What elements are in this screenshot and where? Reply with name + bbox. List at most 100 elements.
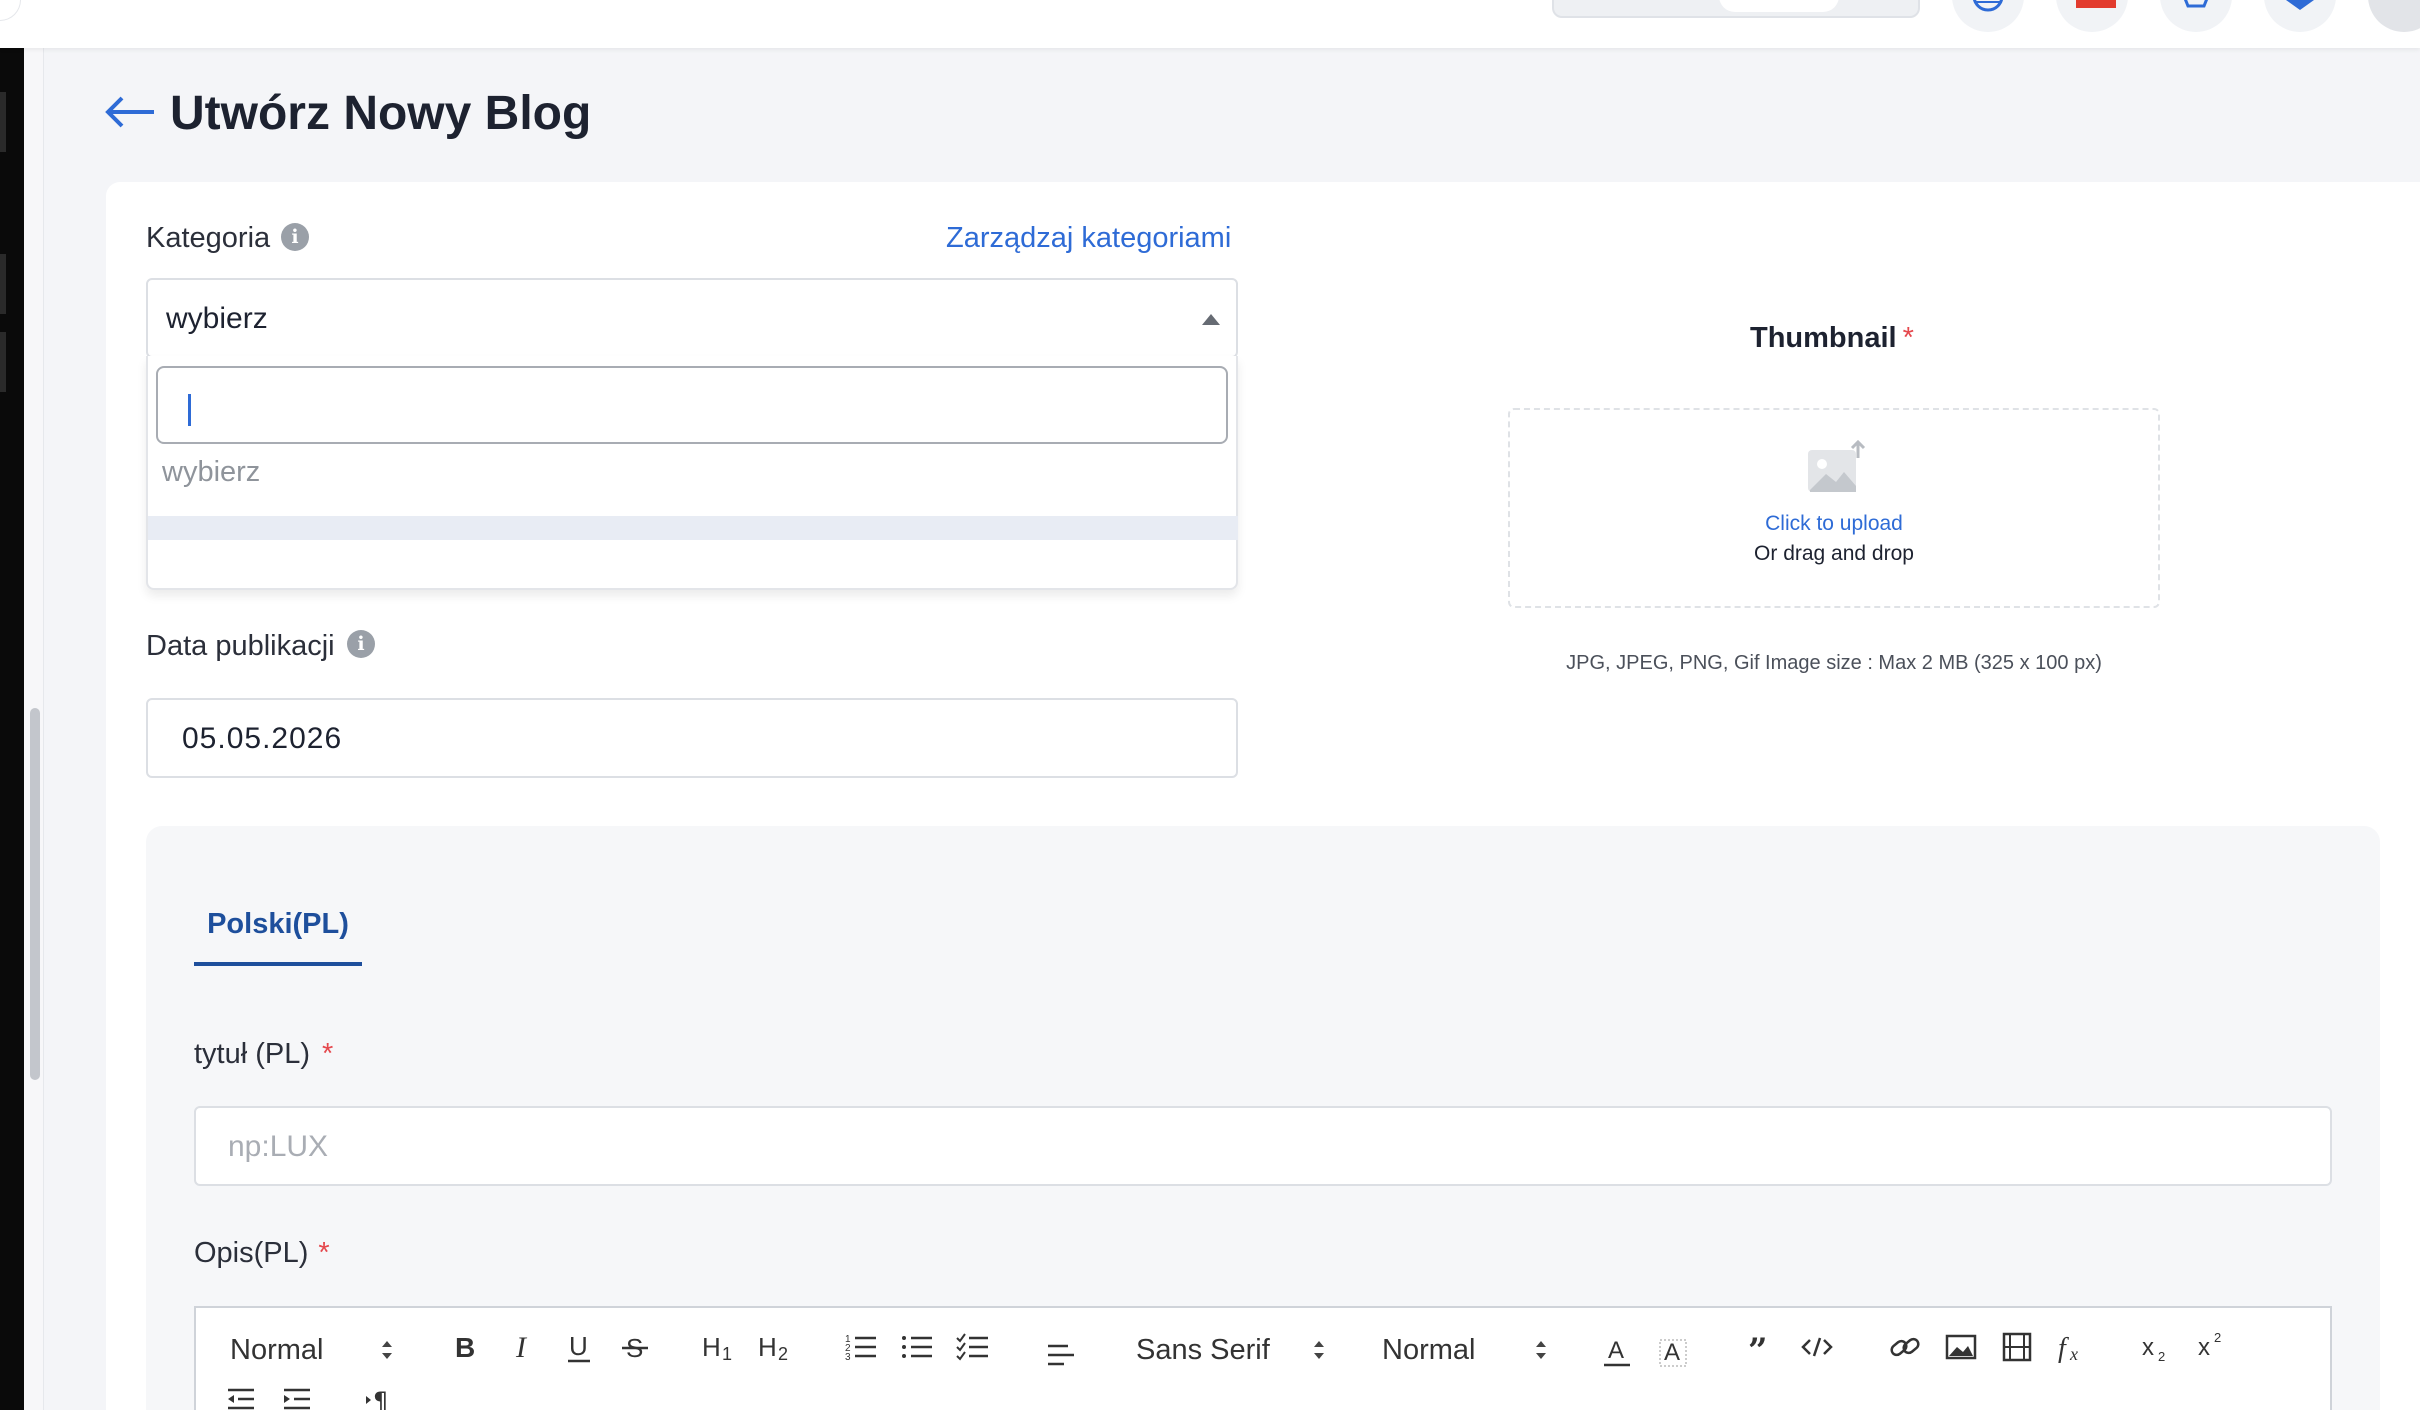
svg-text:H: H [758, 1332, 777, 1362]
top-bar [0, 0, 2420, 48]
ordered-list-icon[interactable]: 123 [844, 1330, 878, 1364]
title-input[interactable]: np:LUX [194, 1106, 2332, 1186]
formula-icon[interactable]: fx [2056, 1330, 2090, 1364]
underline-icon[interactable]: U [562, 1330, 596, 1364]
thumbnail-title: Thumbnail * [1750, 322, 1914, 355]
flag-icon [2076, 0, 2116, 8]
avatar[interactable] [2368, 0, 2420, 32]
publish-date-value: 05.05.2026 [182, 722, 343, 755]
select-arrows-icon [1536, 1341, 1546, 1359]
font-select-value: Sans Serif [1136, 1334, 1270, 1366]
language-flag-button[interactable] [2056, 0, 2128, 32]
blockquote-icon[interactable]: ” [1744, 1330, 1778, 1364]
check-list-icon[interactable] [956, 1330, 990, 1364]
dropdown-option[interactable]: wybierz [162, 456, 260, 489]
svg-text:I: I [515, 1331, 528, 1364]
subscript-icon[interactable]: x2 [2140, 1330, 2174, 1364]
manage-categories-link[interactable]: Zarządzaj kategoriami [946, 222, 1231, 255]
strikethrough-icon[interactable]: S [618, 1330, 652, 1364]
link-icon[interactable] [1888, 1330, 1922, 1364]
svg-text:A: A [1664, 1339, 1680, 1366]
tab-polski[interactable]: Polski(PL) [194, 908, 362, 966]
search-pill [1719, 0, 1839, 12]
image-icon[interactable] [1944, 1330, 1978, 1364]
text-cursor [188, 394, 191, 426]
italic-icon[interactable]: I [506, 1330, 540, 1364]
cart-button[interactable] [2160, 0, 2232, 32]
click-to-upload-link[interactable]: Click to upload [1510, 512, 2158, 536]
svg-text:B: B [455, 1332, 475, 1363]
notifications-button[interactable] [2264, 0, 2336, 32]
select-arrows-icon [382, 1341, 392, 1359]
required-mark: * [322, 1038, 334, 1070]
rich-text-editor: Normal B I U S H1 H2 123 Sans Serif Norm… [194, 1306, 2332, 1410]
rail-marker [0, 332, 6, 392]
svg-text:¶: ¶ [373, 1387, 388, 1410]
thumbnail-upload-dropzone[interactable]: Click to upload Or drag and drop [1508, 408, 2160, 608]
description-field-label-text: Opis(PL) [194, 1237, 309, 1269]
scrollbar-thumb[interactable] [30, 708, 40, 1080]
category-label: Kategoria [146, 222, 271, 254]
category-dropdown: wybierz [146, 356, 1238, 590]
dropdown-option-highlight[interactable] [148, 516, 1238, 540]
svg-text:2: 2 [2214, 1330, 2221, 1345]
image-upload-icon [1808, 440, 1866, 492]
svg-text:2: 2 [778, 1344, 788, 1364]
title-field-label-text: tytuł (PL) [194, 1038, 311, 1070]
header-select-value: Normal [230, 1334, 324, 1366]
size-select[interactable]: Normal [1382, 1334, 1475, 1367]
font-select[interactable]: Sans Serif [1136, 1334, 1270, 1367]
code-block-icon[interactable] [1800, 1330, 1834, 1364]
publish-date-label: Data publikacji [146, 630, 335, 662]
category-select[interactable]: wybierz [146, 278, 1238, 358]
text-color-icon[interactable]: A [1600, 1334, 1634, 1368]
svg-text:A: A [1608, 1337, 1624, 1364]
svg-text:2: 2 [2158, 1349, 2165, 1364]
bold-icon[interactable]: B [448, 1330, 482, 1364]
thumbnail-title-text: Thumbnail [1750, 322, 1897, 354]
outdent-icon[interactable] [224, 1382, 258, 1410]
drag-and-drop-text: Or drag and drop [1754, 542, 1914, 565]
svg-text:3: 3 [845, 1352, 851, 1363]
svg-text:”: ” [1748, 1331, 1768, 1364]
active-tab-indicator [194, 962, 362, 966]
rail-marker [0, 92, 6, 152]
svg-text:U: U [569, 1331, 588, 1361]
select-arrows-icon [1314, 1341, 1324, 1359]
title-input-placeholder: np:LUX [228, 1130, 329, 1163]
h2-icon[interactable]: H2 [756, 1330, 796, 1364]
superscript-icon[interactable]: x2 [2196, 1328, 2230, 1362]
rail-marker [0, 254, 6, 314]
info-icon[interactable]: i [281, 223, 309, 251]
svg-text:x: x [2198, 1334, 2210, 1361]
indent-icon[interactable] [280, 1382, 314, 1410]
globe-icon [1973, 0, 2003, 12]
top-left-corner [0, 0, 20, 20]
text-direction-icon[interactable]: ¶ [362, 1382, 396, 1410]
bullet-list-icon[interactable] [900, 1330, 934, 1364]
cart-icon [2183, 0, 2209, 8]
back-arrow-icon[interactable] [102, 94, 158, 130]
title-field-label: tytuł (PL) * [194, 1038, 333, 1071]
required-mark: * [1902, 322, 1914, 354]
size-select-value: Normal [1382, 1334, 1476, 1366]
search-icon[interactable] [1872, 0, 1898, 4]
video-icon[interactable] [2000, 1330, 2034, 1364]
svg-text:x: x [2142, 1334, 2154, 1361]
header-select[interactable]: Normal [230, 1334, 323, 1367]
publish-date-input[interactable]: 05.05.2026 [146, 698, 1238, 778]
h1-icon[interactable]: H1 [700, 1330, 740, 1364]
global-search[interactable] [1552, 0, 1920, 18]
description-field-label: Opis(PL) * [194, 1237, 330, 1270]
info-icon[interactable]: i [347, 630, 375, 658]
svg-text:x: x [2069, 1344, 2078, 1364]
dropdown-search-input[interactable] [156, 366, 1228, 444]
upload-requirements-note: JPG, JPEG, PNG, Gif Image size : Max 2 M… [1566, 652, 2102, 674]
align-icon[interactable] [1044, 1338, 1078, 1372]
svg-text:f: f [2058, 1333, 2069, 1364]
background-color-icon[interactable]: A [1656, 1334, 1690, 1368]
svg-text:H: H [702, 1332, 721, 1362]
required-mark: * [318, 1237, 330, 1269]
globe-button[interactable] [1952, 0, 2024, 32]
category-select-value: wybierz [166, 302, 268, 335]
